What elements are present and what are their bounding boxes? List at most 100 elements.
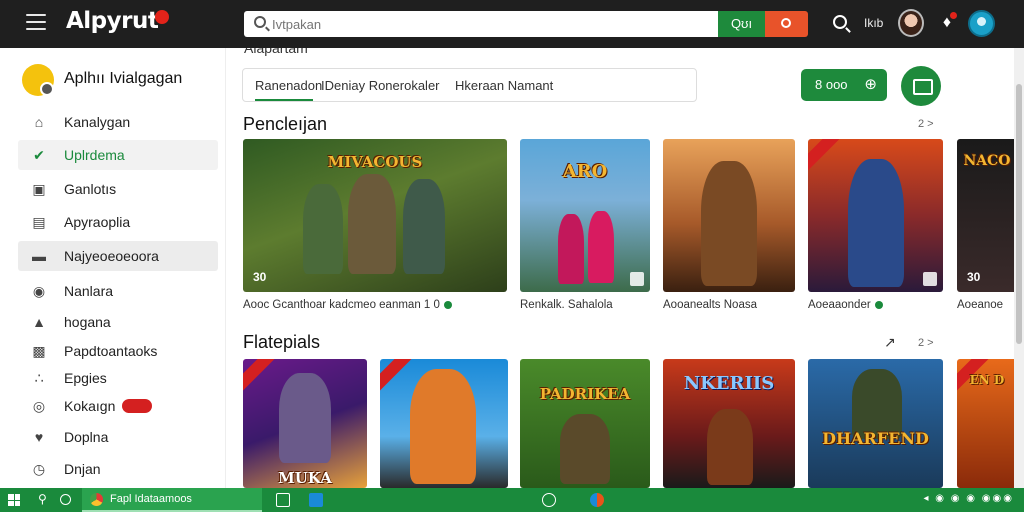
card-art-title: PADRIKEA	[539, 385, 631, 403]
clock-icon: ◷	[32, 461, 46, 477]
card-art-title: MUKA	[278, 469, 332, 487]
plus-icon: ⊕	[864, 76, 877, 93]
sidebar-item-inbox[interactable]: ▬ Najyeoeoeoora	[18, 241, 218, 271]
arrow-up-icon[interactable]: ↗	[884, 334, 896, 351]
taskbar-search-icon[interactable]: ⚲	[38, 492, 47, 506]
card-ribbon	[808, 139, 841, 173]
character-figure	[588, 211, 614, 283]
sidebar-item-stats[interactable]: ▣ Ganlotıs	[18, 174, 218, 204]
sidebar-item-label: Doplna	[64, 429, 109, 445]
user-label[interactable]: Ikıb	[864, 16, 883, 30]
scrollbar[interactable]	[1014, 48, 1024, 488]
game-card[interactable]: PADRIKEA	[520, 359, 650, 488]
list-icon: ▤	[32, 214, 46, 230]
tab-1[interactable]: Ranenadon	[255, 78, 322, 93]
game-card[interactable]: EN D	[957, 359, 1014, 488]
game-card[interactable]: MUKA	[243, 359, 367, 488]
firefox-icon[interactable]	[590, 493, 604, 507]
clock-icon[interactable]	[542, 493, 556, 507]
game-card[interactable]	[663, 139, 795, 292]
tab-indicator	[255, 99, 313, 101]
game-card[interactable]: DHARFEND	[808, 359, 943, 488]
character-figure	[560, 414, 610, 484]
people-icon: ∴	[34, 370, 44, 386]
sidebar-item-home[interactable]: ⌂ Kanalygan	[18, 107, 218, 137]
browser-icon	[90, 493, 103, 506]
section-title: Flatepials	[243, 332, 321, 352]
sidebar-item-apps[interactable]: ▤ Apyraoplia	[18, 207, 218, 237]
tab-2[interactable]: IDeniay Ronerokaler	[321, 78, 440, 93]
sidebar-item-reports[interactable]: ▩ Papdtoantaoks	[18, 336, 218, 366]
platform-icon	[923, 272, 937, 286]
character-figure	[303, 184, 343, 274]
add-button-label: 8 ooo	[815, 77, 848, 92]
notification-badge	[950, 12, 957, 19]
see-more-link[interactable]: 2 >	[918, 337, 934, 349]
see-more-link[interactable]: 2 >	[918, 118, 934, 130]
task-view-icon[interactable]	[60, 494, 71, 505]
tab-3[interactable]: Hkeraan Namant	[455, 78, 553, 93]
search-icon[interactable]	[833, 15, 847, 29]
sidebar-item-alerts[interactable]: ▲ hogana	[18, 307, 218, 337]
sidebar-item-label: Najyeoeoeoora	[64, 248, 159, 264]
sidebar-item-favorites[interactable]: ♥ Doplna	[18, 422, 218, 452]
sidebar-item-label: Kanalygan	[64, 114, 131, 130]
sidebar-item-label: hogana	[64, 314, 111, 330]
card-art-title: ARO	[562, 161, 608, 182]
taskbar: ⚲ Fapl Idataamoos ◂ ◉ ◉ ◉ ◉◉◉	[0, 488, 1024, 512]
scrollbar-thumb[interactable]	[1016, 84, 1022, 344]
app-logo[interactable]: Alpyrut	[66, 8, 159, 34]
sidebar-item-people[interactable]: ∴ Epgies	[18, 363, 218, 393]
section-title: Pencleıjan	[243, 114, 328, 134]
window-icon[interactable]	[276, 493, 290, 507]
profile-icon[interactable]	[968, 10, 995, 37]
sidebar-item-uploads[interactable]: ✔ Uplrdema	[18, 140, 218, 170]
search-icon	[781, 18, 791, 28]
sidebar-item-campaign[interactable]: ◎ Kokaıgn	[18, 391, 218, 421]
sidebar-item-label: Dnjan	[64, 461, 101, 477]
taskbar-browser-app[interactable]: Fapl Idataamoos	[82, 488, 262, 512]
search-icon	[254, 16, 266, 28]
taskbar-app-label: Fapl Idataamoos	[110, 493, 192, 505]
store-icon[interactable]	[309, 493, 323, 507]
game-card[interactable]	[380, 359, 508, 488]
card-art-title: NKERIIS	[683, 373, 775, 394]
add-button[interactable]: 8 ooo ⊕	[801, 69, 887, 101]
alert-icon: ▲	[32, 314, 46, 330]
sidebar-brand[interactable]: Aplhıı Ivialgagan	[22, 64, 222, 98]
game-card[interactable]: MIVACOUS 30	[243, 139, 507, 292]
system-tray[interactable]: ◂ ◉ ◉ ◉ ◉◉◉	[924, 493, 1015, 504]
sidebar-item-globe[interactable]: ◉ Nanlara	[18, 276, 218, 306]
search-bar[interactable]	[244, 11, 718, 37]
character-figure	[558, 214, 584, 284]
search-input[interactable]	[272, 14, 672, 34]
brand-icon	[22, 64, 54, 96]
logo-badge-icon	[155, 10, 169, 24]
character-figure	[848, 159, 904, 287]
screen-icon[interactable]	[901, 66, 941, 106]
status-badge	[122, 399, 152, 413]
windows-start-icon[interactable]	[8, 494, 20, 506]
menu-icon[interactable]	[26, 14, 46, 32]
sidebar-item-label: Apyraoplia	[64, 214, 131, 230]
brand-label: Aplhıı Ivialgagan	[64, 70, 183, 87]
home-icon: ⌂	[34, 114, 44, 130]
sidebar-item-label: Ganlotıs	[64, 181, 117, 197]
search-submit-button[interactable]	[765, 11, 808, 37]
verified-icon	[443, 300, 452, 309]
sidebar-item-label: Kokaıgn	[64, 398, 116, 414]
game-card[interactable]: ARO	[520, 139, 650, 292]
avatar[interactable]	[898, 9, 924, 37]
sidebar: Aplhıı Ivialgagan ⌂ Kanalygan ✔ Uplrdema…	[0, 48, 226, 488]
cut-heading: Alapartam	[244, 48, 308, 56]
game-card[interactable]: NKERIIS	[663, 359, 795, 488]
sidebar-item-label: Nanlara	[64, 283, 114, 299]
card-score: 30	[253, 270, 267, 284]
character-figure	[410, 369, 476, 484]
sidebar-item-history[interactable]: ◷ Dnjan	[18, 454, 218, 484]
game-card[interactable]: NACO 30	[957, 139, 1014, 292]
search-go-button[interactable]: Qʊı	[718, 11, 765, 37]
card-score: 30	[967, 270, 981, 284]
heart-icon: ♥	[34, 429, 44, 445]
game-card[interactable]	[808, 139, 943, 292]
